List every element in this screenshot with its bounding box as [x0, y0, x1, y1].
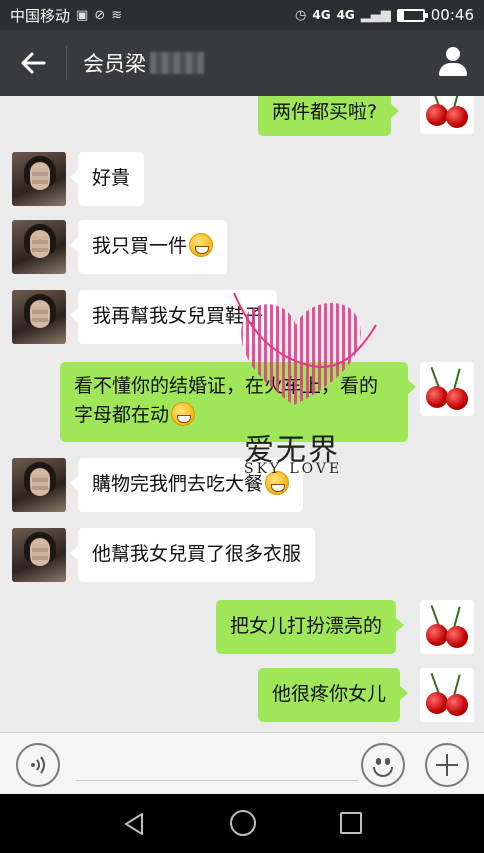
more-button[interactable]	[425, 743, 469, 787]
avatar-contact[interactable]	[12, 152, 66, 206]
voice-button[interactable]	[16, 743, 60, 787]
chat-info-button[interactable]	[436, 46, 470, 80]
watermark: 爱无界 SKY LOVE	[228, 285, 388, 485]
block-icon: ⊘	[94, 7, 106, 23]
back-button[interactable]	[0, 30, 66, 96]
avatar-mosaic	[32, 306, 48, 322]
smiley-icon-eye	[385, 758, 390, 765]
wifi-icon: ≋	[111, 7, 123, 23]
nav-recents-icon[interactable]	[340, 812, 362, 834]
signal-icon: ▂▄▆	[360, 7, 391, 23]
network-label-2: 4G	[336, 8, 355, 22]
avatar-contact[interactable]	[12, 458, 66, 512]
message-bubble-in[interactable]: 我只買一件	[69, 220, 228, 274]
nav-back-icon[interactable]	[120, 810, 148, 838]
cherry-icon	[446, 106, 468, 128]
status-right: ◷ 4G 4G ▂▄▆ 00:46	[295, 6, 474, 24]
avatar-self[interactable]	[420, 362, 474, 416]
alarm-icon: ◷	[295, 7, 307, 23]
grin-emoji-icon	[189, 233, 214, 257]
title-blur-mask	[150, 52, 204, 74]
clock: 00:46	[430, 6, 474, 24]
battery-icon	[396, 8, 428, 22]
cherry-icon	[446, 694, 468, 716]
input-bar	[0, 732, 484, 794]
smiley-icon-mouth	[373, 767, 393, 777]
arrow-left-icon	[21, 52, 46, 74]
chat-title-text: 会员梁	[83, 52, 146, 76]
avatar-self[interactable]	[420, 96, 474, 134]
avatar-mosaic	[32, 544, 48, 560]
network-label-1: 4G	[312, 8, 331, 22]
smiley-icon	[376, 758, 381, 765]
heart-logo-icon	[233, 292, 377, 405]
avatar-self[interactable]	[420, 600, 474, 654]
cherry-icon	[446, 388, 468, 410]
system-nav-bar	[0, 794, 484, 853]
cherry-icon	[426, 624, 448, 646]
message-text: 把女儿打扮漂亮的	[230, 615, 383, 637]
message-text: 他幫我女兒買了很多衣服	[92, 543, 302, 565]
emoji-button[interactable]	[361, 743, 405, 787]
message-text: 好貴	[92, 167, 131, 189]
avatar-self[interactable]	[420, 668, 474, 722]
cherry-icon	[446, 626, 468, 648]
watermark-subtext: SKY LOVE	[244, 461, 343, 477]
gallery-icon: ▣	[76, 7, 89, 23]
message-bubble-out[interactable]: 两件都买啦?	[258, 96, 400, 136]
carrier-label: 中国移动	[10, 6, 71, 25]
cherry-icon	[426, 386, 448, 408]
message-input[interactable]	[76, 747, 358, 781]
cherry-stem	[453, 674, 461, 697]
message-bubble-out[interactable]: 把女儿打扮漂亮的	[216, 600, 405, 654]
message-bubble-in[interactable]: 好貴	[69, 152, 145, 206]
message-text: 他很疼你女儿	[272, 683, 387, 705]
avatar-mosaic	[32, 236, 48, 252]
message-bubble-out[interactable]: 他很疼你女儿	[258, 668, 409, 722]
voice-icon	[31, 756, 45, 774]
cherry-icon	[426, 104, 448, 126]
laugh-cry-emoji-icon	[171, 402, 196, 426]
message-text: 两件都买啦?	[272, 101, 378, 123]
status-left: 中国移动 ▣ ⊘ ≋	[10, 5, 122, 26]
cherry-stem	[453, 368, 461, 391]
avatar-contact[interactable]	[12, 220, 66, 274]
nav-home-icon[interactable]	[230, 810, 256, 836]
avatar-contact[interactable]	[12, 528, 66, 582]
status-bar: 中国移动 ▣ ⊘ ≋ ◷ 4G 4G ▂▄▆ 00:46	[0, 0, 484, 30]
chat-title: 会员梁	[67, 48, 204, 78]
person-icon	[446, 47, 460, 61]
avatar-mosaic	[32, 168, 48, 184]
cherry-icon	[426, 692, 448, 714]
message-bubble-in[interactable]: 他幫我女兒買了很多衣服	[69, 528, 316, 582]
avatar-contact[interactable]	[12, 290, 66, 344]
cherry-stem	[453, 606, 461, 629]
person-icon-body	[439, 63, 467, 76]
chat-header: 会员梁	[0, 30, 484, 96]
message-text: 我只買一件	[92, 235, 188, 257]
avatar-mosaic	[32, 474, 48, 490]
